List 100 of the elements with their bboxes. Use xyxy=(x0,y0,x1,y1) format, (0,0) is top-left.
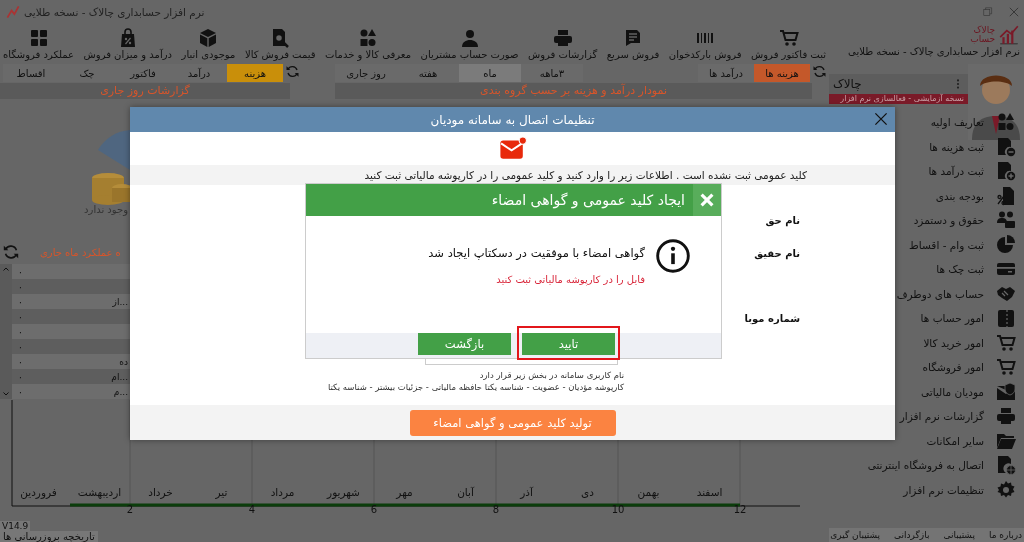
envelope-icon xyxy=(996,381,1016,402)
close-icon xyxy=(873,111,889,127)
trial-notice[interactable]: نسخه آزمایشی - فعالسازی نرم افزار xyxy=(829,94,968,104)
shapes-icon xyxy=(996,112,1016,133)
table-cell: ۰ xyxy=(18,281,23,292)
table-cell: ۰ xyxy=(18,266,23,277)
toolbar-button[interactable]: قیمت فروش کالا xyxy=(243,28,317,60)
history-link[interactable]: تاریخچه بروزرسانی ها xyxy=(0,531,98,542)
binder-icon xyxy=(996,308,1016,329)
restore-icon xyxy=(982,6,994,18)
warning-text: فایل را در کارپوشه مالیاتی ثبت کنید xyxy=(495,274,645,285)
dialog-title: ایجاد کلید عمومی و گواهی امضاء xyxy=(491,192,685,208)
tab[interactable]: فاکتور xyxy=(115,64,171,82)
scrollbar[interactable] xyxy=(0,264,12,399)
app-logo-icon xyxy=(6,5,20,19)
toolbar-button[interactable]: فروش سریع xyxy=(605,28,661,60)
sidebar-item[interactable]: اتصال به فروشگاه اینترنتی xyxy=(829,453,1024,478)
toolbar-button[interactable]: ثبت فاکتور فروش xyxy=(750,28,827,60)
shapes-icon xyxy=(358,28,379,48)
dialog-button[interactable]: تایید xyxy=(522,332,615,355)
people-icon xyxy=(996,210,1016,231)
table-cell: ۰ xyxy=(18,356,23,367)
table-cell: م... xyxy=(113,386,128,397)
sidebar-item[interactable]: امور حساب ها xyxy=(829,306,1024,331)
tab[interactable]: روز جاری xyxy=(335,64,397,82)
user-name: چالاک xyxy=(833,77,862,91)
hint-text: کارپوشه مؤدیان - عضویت - شناسه یکتا حافظه مالیاتی - جزئیات بیشتر - شناسه یکتا xyxy=(327,381,624,393)
sidebar-item[interactable]: سایر امکانات xyxy=(829,428,1024,453)
close-button[interactable] xyxy=(693,184,721,216)
sidebar-item[interactable]: امور خرید کالا xyxy=(829,330,1024,355)
footer-link[interactable]: پشتیبان گیری xyxy=(830,530,881,540)
sidebar-item[interactable]: بودجه بندی xyxy=(829,183,1024,208)
table-cell: از... xyxy=(112,296,128,307)
table-cell: ۰ xyxy=(18,371,23,382)
dialog-button[interactable]: بازگشت xyxy=(418,332,511,355)
close-icon xyxy=(698,191,716,209)
tick-label: 6 xyxy=(369,504,379,515)
field-label: نام حق xyxy=(765,215,800,226)
logo-subtext: حساب xyxy=(970,35,995,44)
tab[interactable]: هزینه xyxy=(227,64,283,82)
footer-link[interactable]: بازگردانی xyxy=(894,530,930,540)
tick-label: 2 xyxy=(125,504,135,515)
table-cell: ۰ xyxy=(18,341,23,352)
tab[interactable]: درآمد xyxy=(171,64,227,82)
table-cell: ده xyxy=(119,356,128,367)
window-title: نرم افزار حسابداری چالاک - نسخه طلایی xyxy=(24,6,205,18)
sidebar-item[interactable]: امور فروشگاه xyxy=(829,355,1024,380)
printer-icon xyxy=(552,28,573,48)
month-label: آبان xyxy=(456,486,475,498)
month-label: شهریور xyxy=(325,486,361,498)
document-percent-icon xyxy=(996,185,1016,206)
footer-link[interactable]: درباره ما xyxy=(988,530,1022,540)
toolbar-button[interactable]: صورت حساب مشتریان xyxy=(419,28,520,60)
generate-key-button[interactable]: تولید کلید عمومی و گواهی امضاء xyxy=(409,409,616,436)
grid-icon xyxy=(28,28,49,48)
info-icon xyxy=(655,238,691,274)
footer-link[interactable]: پشتیبانی xyxy=(943,530,975,540)
document-minus-icon xyxy=(996,136,1016,157)
tick-label: 10 xyxy=(610,504,626,515)
tab[interactable]: هفته xyxy=(397,64,459,82)
month-label: دی xyxy=(580,486,595,498)
field-label: نام حقیق xyxy=(754,248,800,259)
tab[interactable]: ماه xyxy=(459,64,521,82)
tab[interactable]: درآمد ها xyxy=(698,64,754,82)
sidebar-item[interactable]: ثبت هزینه ها xyxy=(829,134,1024,159)
tab[interactable]: اقساط xyxy=(3,64,59,82)
sidebar-item[interactable]: گزارشات نرم افزار xyxy=(829,404,1024,429)
month-label: آذر xyxy=(518,486,534,498)
toolbar-button[interactable]: درآمد و میزان فروش xyxy=(82,28,173,60)
toolbar-button[interactable]: فروش بارکدخوان xyxy=(667,28,743,60)
dialog-title: تنظیمات اتصال به سامانه مودیان xyxy=(130,107,895,132)
month-label: خرداد xyxy=(147,486,174,498)
tab[interactable]: هزینه ها xyxy=(754,64,810,82)
month-label: مهر xyxy=(394,486,414,498)
gear-icon xyxy=(996,479,1016,500)
sidebar-item[interactable]: حقوق و دستمزد xyxy=(829,208,1024,233)
tab[interactable]: چک xyxy=(59,64,115,82)
person-icon xyxy=(459,28,480,48)
sidebar-item[interactable]: مودیان مالیاتی xyxy=(829,379,1024,404)
refresh-icon xyxy=(2,243,20,261)
document-plus-icon xyxy=(996,161,1016,182)
table-cell: ۰ xyxy=(18,311,23,322)
toolbar-button[interactable]: موجودی انبار xyxy=(180,28,237,60)
cart-icon xyxy=(996,332,1016,353)
app-caption: نرم افزار حسابداری چالاک - نسخه طلایی xyxy=(848,46,1020,57)
month-label: اردیبهشت xyxy=(76,486,123,498)
toolbar-button[interactable]: عملکرد فروشگاه xyxy=(2,28,76,60)
toolbar-button[interactable]: گزارشات فروش xyxy=(526,28,599,60)
sidebar-item[interactable]: تنظیمات نرم افزار xyxy=(829,477,1024,502)
tab[interactable]: ۳ماهه xyxy=(521,64,583,82)
globe-document-icon xyxy=(996,455,1016,476)
sidebar-item[interactable]: ثبت وام - اقساط xyxy=(829,232,1024,257)
month-label: مرداد xyxy=(269,486,296,498)
table-cell: ۰ xyxy=(18,296,23,307)
cart-icon xyxy=(778,28,799,48)
panel-header: گزارشات روز جاری xyxy=(0,83,290,99)
month-label: اسفند xyxy=(695,486,724,498)
toolbar-button[interactable]: معرفی کالا و خدمات xyxy=(324,28,413,60)
sidebar-item[interactable]: حساب های دوطرف xyxy=(829,281,1024,306)
logo-text: چالاک xyxy=(972,26,995,35)
